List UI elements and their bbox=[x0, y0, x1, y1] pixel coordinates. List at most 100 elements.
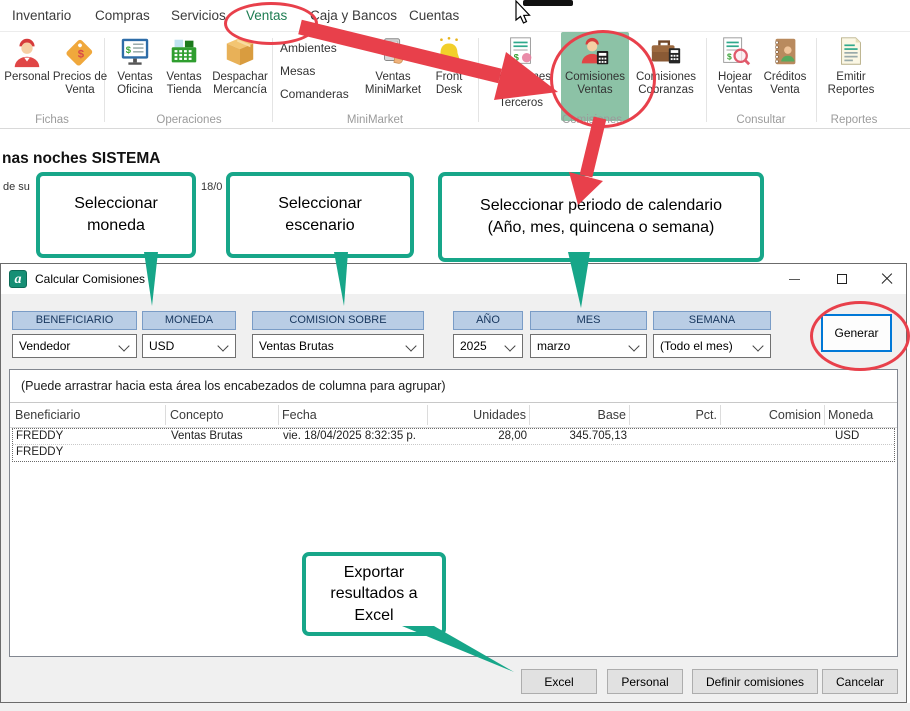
ribbon-item-precios-de-venta[interactable]: $ Precios de Venta bbox=[52, 35, 108, 97]
chevron-down-icon bbox=[118, 340, 129, 351]
filter-header-ano[interactable]: AÑO bbox=[453, 311, 523, 330]
doc-calc-icon: $ bbox=[504, 35, 538, 69]
close-button[interactable] bbox=[870, 264, 904, 294]
combo-semana[interactable]: (Todo el mes) bbox=[653, 334, 771, 358]
menu-mesas[interactable]: Mesas bbox=[280, 64, 349, 78]
menu-compras[interactable]: Compras bbox=[95, 8, 150, 23]
combo-moneda[interactable]: USD bbox=[142, 334, 236, 358]
cell-fecha: vie. 18/04/2025 8:32:35 p. ... bbox=[283, 429, 428, 444]
ribbon-group-reportes: Reportes bbox=[816, 114, 892, 126]
minimize-button[interactable] bbox=[777, 264, 811, 294]
dialog-titlebar[interactable]: a Calcular Comisiones bbox=[1, 264, 906, 294]
callout-seleccionar-escenario: Seleccionar escenario bbox=[226, 172, 414, 258]
group-by-hint: (Puede arrastrar hacia esta área los enc… bbox=[10, 370, 897, 403]
selected-rows: FREDDY Ventas Brutas vie. 18/04/2025 8:3… bbox=[12, 428, 895, 462]
menu-bar: Inventario Compras Servicios Ventas Caja… bbox=[0, 0, 910, 32]
ribbon-item-label: Créditos Venta bbox=[764, 71, 807, 96]
callout-exportar-excel: Exportar resultados a Excel bbox=[302, 552, 446, 636]
ribbon-item-emitir-reportes[interactable]: Emitir Reportes bbox=[822, 35, 880, 97]
filter-header-comision-sobre[interactable]: COMISION SOBRE bbox=[252, 311, 424, 330]
column-divider[interactable] bbox=[165, 405, 166, 425]
column-header-moneda[interactable]: Moneda bbox=[828, 403, 892, 427]
excel-button[interactable]: Excel bbox=[521, 669, 597, 694]
combo-comision-sobre[interactable]: Ventas Brutas bbox=[252, 334, 424, 358]
filter-header-mes[interactable]: MES bbox=[530, 311, 647, 330]
menu-cuentas[interactable]: Cuentas bbox=[409, 8, 459, 23]
maximize-button[interactable] bbox=[825, 264, 859, 294]
column-divider[interactable] bbox=[529, 405, 530, 425]
column-header-fecha[interactable]: Fecha bbox=[282, 403, 424, 427]
close-icon bbox=[881, 273, 893, 285]
ribbon-item-label: Hojear Ventas bbox=[717, 71, 752, 96]
ribbon-item-creditos-venta[interactable]: Créditos Venta bbox=[760, 35, 810, 97]
ribbon-item-comisiones-ventas-terceros[interactable]: $ Comisiones Ventas Terceros bbox=[482, 35, 560, 110]
cell-moneda: USD bbox=[835, 429, 895, 444]
cell-unidades: 28,00 bbox=[431, 429, 527, 444]
ribbon-group-consultar: Consultar bbox=[706, 114, 816, 126]
table-row[interactable]: FREDDY bbox=[13, 445, 894, 460]
chevron-down-icon bbox=[405, 340, 416, 351]
column-divider[interactable] bbox=[629, 405, 630, 425]
ribbon-item-label: Front Desk bbox=[436, 71, 463, 96]
table-row[interactable]: FREDDY Ventas Brutas vie. 18/04/2025 8:3… bbox=[13, 429, 894, 445]
chevron-down-icon bbox=[504, 340, 515, 351]
red-circle-generar bbox=[810, 301, 910, 371]
ribbon-item-ventas-oficina[interactable]: $ Ventas Oficina bbox=[110, 35, 160, 97]
column-divider[interactable] bbox=[278, 405, 279, 425]
svg-text:$: $ bbox=[126, 45, 132, 56]
combo-value: 2025 bbox=[460, 339, 487, 353]
cancelar-button[interactable]: Cancelar bbox=[822, 669, 898, 694]
ribbon-separator bbox=[272, 38, 273, 122]
doc-search-icon: $ bbox=[718, 35, 752, 69]
cell-beneficiario: FREDDY bbox=[16, 429, 164, 444]
menu-servicios[interactable]: Servicios bbox=[171, 8, 226, 23]
column-divider[interactable] bbox=[824, 405, 825, 425]
ribbon-item-label: Ventas Tienda bbox=[166, 71, 201, 96]
ribbon-group-fichas: Fichas bbox=[0, 114, 104, 126]
combo-value: (Todo el mes) bbox=[660, 339, 733, 353]
minimize-icon bbox=[789, 279, 800, 280]
screen: Inventario Compras Servicios Ventas Caja… bbox=[0, 0, 910, 711]
personal-button[interactable]: Personal bbox=[607, 669, 683, 694]
column-header-concepto[interactable]: Concepto bbox=[170, 403, 275, 427]
ribbon-item-ventas-minimarket[interactable]: Ventas MiniMarket bbox=[362, 35, 424, 97]
chevron-down-icon bbox=[217, 340, 228, 351]
results-grid: (Puede arrastrar hacia esta área los enc… bbox=[9, 369, 898, 657]
column-header-base[interactable]: Base bbox=[532, 403, 626, 427]
ribbon-item-label: Emitir Reportes bbox=[828, 71, 875, 96]
dialog-title: Calcular Comisiones bbox=[35, 272, 145, 286]
cell-pct bbox=[633, 429, 718, 444]
ribbon-item-personal[interactable]: Personal bbox=[2, 35, 52, 84]
filter-header-semana[interactable]: SEMANA bbox=[653, 311, 771, 330]
column-header-unidades[interactable]: Unidades bbox=[430, 403, 526, 427]
definir-comisiones-button[interactable]: Definir comisiones bbox=[692, 669, 818, 694]
ribbon-separator bbox=[478, 38, 479, 122]
combo-value: USD bbox=[149, 339, 174, 353]
greeting-text: nas noches SISTEMA bbox=[2, 150, 160, 168]
column-header-comision[interactable]: Comision bbox=[722, 403, 821, 427]
svg-text:$: $ bbox=[78, 49, 85, 61]
callout-seleccionar-moneda: Seleccionar moneda bbox=[36, 172, 196, 258]
ribbon-item-label: Personal bbox=[4, 71, 49, 83]
chevron-down-icon bbox=[628, 340, 639, 351]
filter-header-beneficiario[interactable]: BENEFICIARIO bbox=[12, 311, 137, 330]
ribbon-item-hojear-ventas[interactable]: $ Hojear Ventas bbox=[710, 35, 760, 97]
red-circle-ventas-menu bbox=[224, 2, 318, 45]
column-header-pct[interactable]: Pct. bbox=[632, 403, 717, 427]
column-header-beneficiario[interactable]: Beneficiario bbox=[15, 403, 163, 427]
ribbon-item-ventas-tienda[interactable]: Ventas Tienda bbox=[160, 35, 208, 97]
subtext-date: 18/0 bbox=[201, 181, 222, 193]
filter-header-moneda[interactable]: MONEDA bbox=[142, 311, 236, 330]
combo-mes[interactable]: marzo bbox=[530, 334, 647, 358]
column-divider[interactable] bbox=[427, 405, 428, 425]
bell-icon bbox=[432, 35, 466, 69]
column-divider[interactable] bbox=[720, 405, 721, 425]
menu-inventario[interactable]: Inventario bbox=[12, 8, 71, 23]
menu-caja-y-bancos[interactable]: Caja y Bancos bbox=[310, 8, 397, 23]
combo-beneficiario[interactable]: Vendedor bbox=[12, 334, 137, 358]
ribbon-item-front-desk[interactable]: Front Desk bbox=[426, 35, 472, 97]
menu-comanderas[interactable]: Comanderas bbox=[280, 87, 349, 101]
handheld-icon bbox=[376, 35, 410, 69]
combo-ano[interactable]: 2025 bbox=[453, 334, 523, 358]
svg-text:$: $ bbox=[727, 52, 732, 62]
